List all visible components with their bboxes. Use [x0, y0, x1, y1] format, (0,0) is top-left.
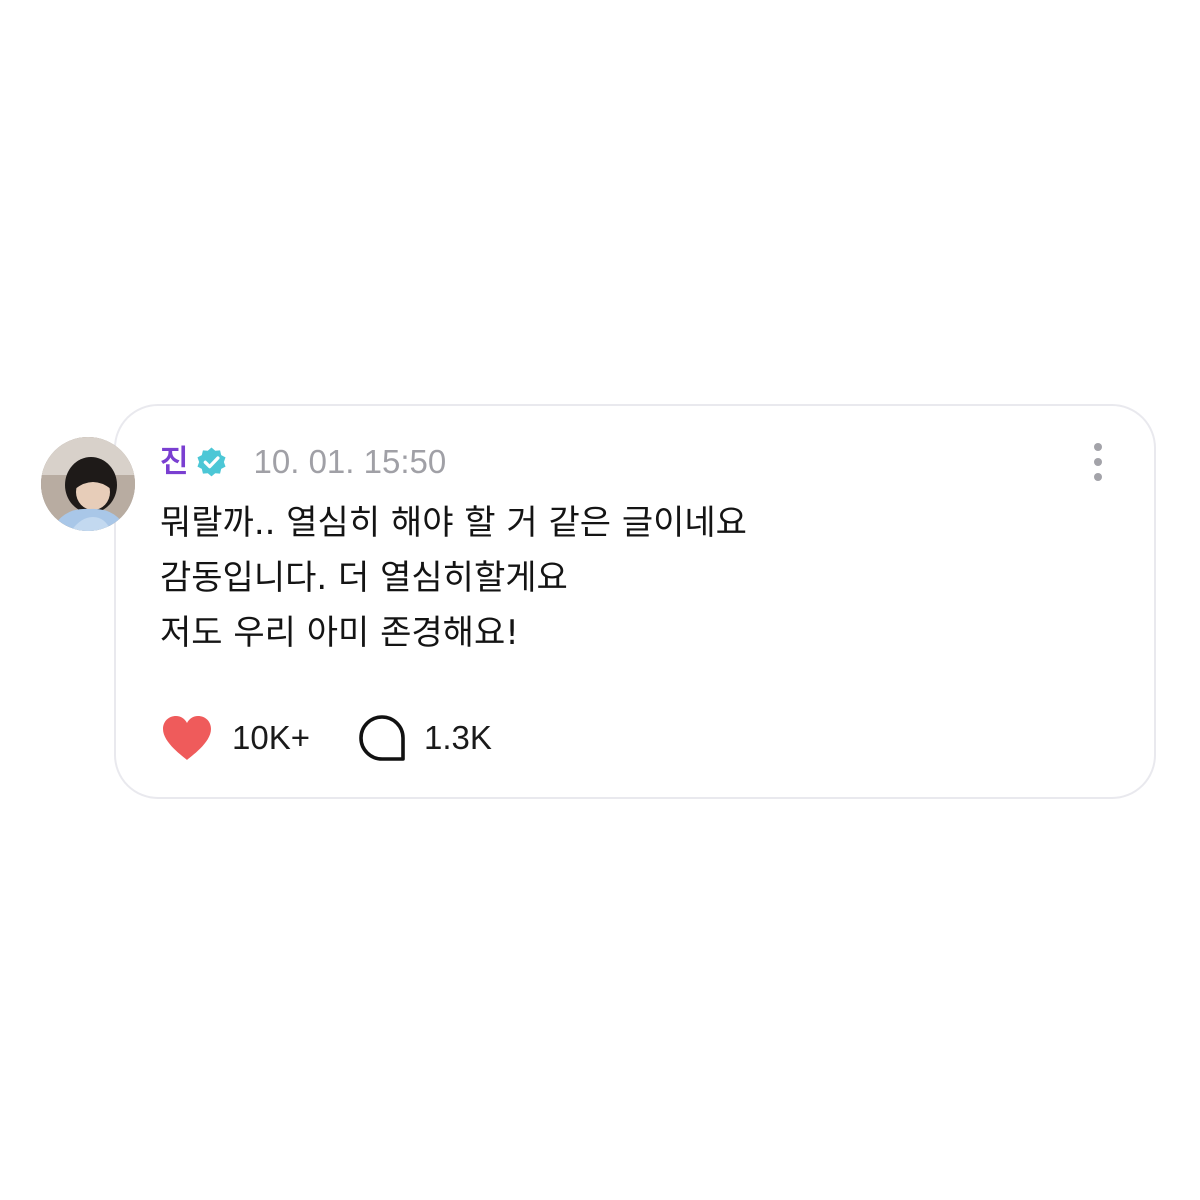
post-actions: 10K+ 1.3K — [160, 710, 492, 766]
post-text-line: 뭐랄까.. 열심히 해야 할 거 같은 글이네요 — [160, 503, 747, 543]
post-header: 진 10. 01. 15:50 — [160, 440, 446, 484]
more-dot — [1094, 473, 1102, 481]
more-dot — [1094, 443, 1102, 451]
heart-icon — [163, 716, 211, 760]
post-body: 뭐랄까.. 열심히 해야 할 거 같은 글이네요 감동입니다. 더 열심히할게요… — [160, 496, 1060, 661]
post-canvas: 진 10. 01. 15:50 뭐랄까.. 열심히 해야 할 거 같은 글이네요… — [0, 0, 1200, 1200]
author-name[interactable]: 진 — [160, 440, 189, 484]
comment-button[interactable]: 1.3K — [358, 714, 492, 762]
post-text-line: 감동입니다. 더 열심히할게요 — [160, 558, 568, 598]
comment-count: 1.3K — [424, 719, 492, 756]
post-timestamp: 10. 01. 15:50 — [253, 443, 447, 480]
avatar-image — [41, 437, 135, 531]
like-count: 10K+ — [232, 719, 310, 756]
more-dot — [1094, 458, 1102, 466]
more-vertical-icon[interactable] — [1082, 443, 1114, 481]
comment-bubble-icon — [359, 715, 405, 761]
author-avatar[interactable] — [41, 437, 135, 531]
post-text-line: 저도 우리 아미 존경해요! — [160, 613, 519, 653]
verified-badge-icon — [197, 447, 226, 476]
like-button[interactable]: 10K+ — [160, 714, 310, 762]
